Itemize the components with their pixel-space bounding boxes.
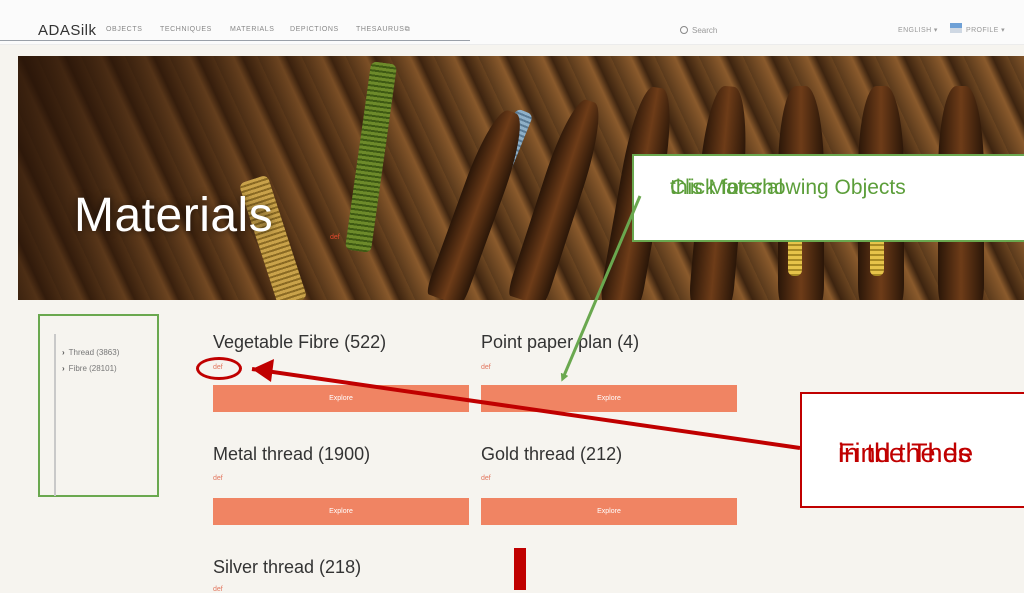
red-arrowhead [252, 359, 274, 382]
green-arrow [560, 195, 642, 382]
annotation-arrows [251, 195, 801, 450]
red-arrow [251, 367, 801, 450]
